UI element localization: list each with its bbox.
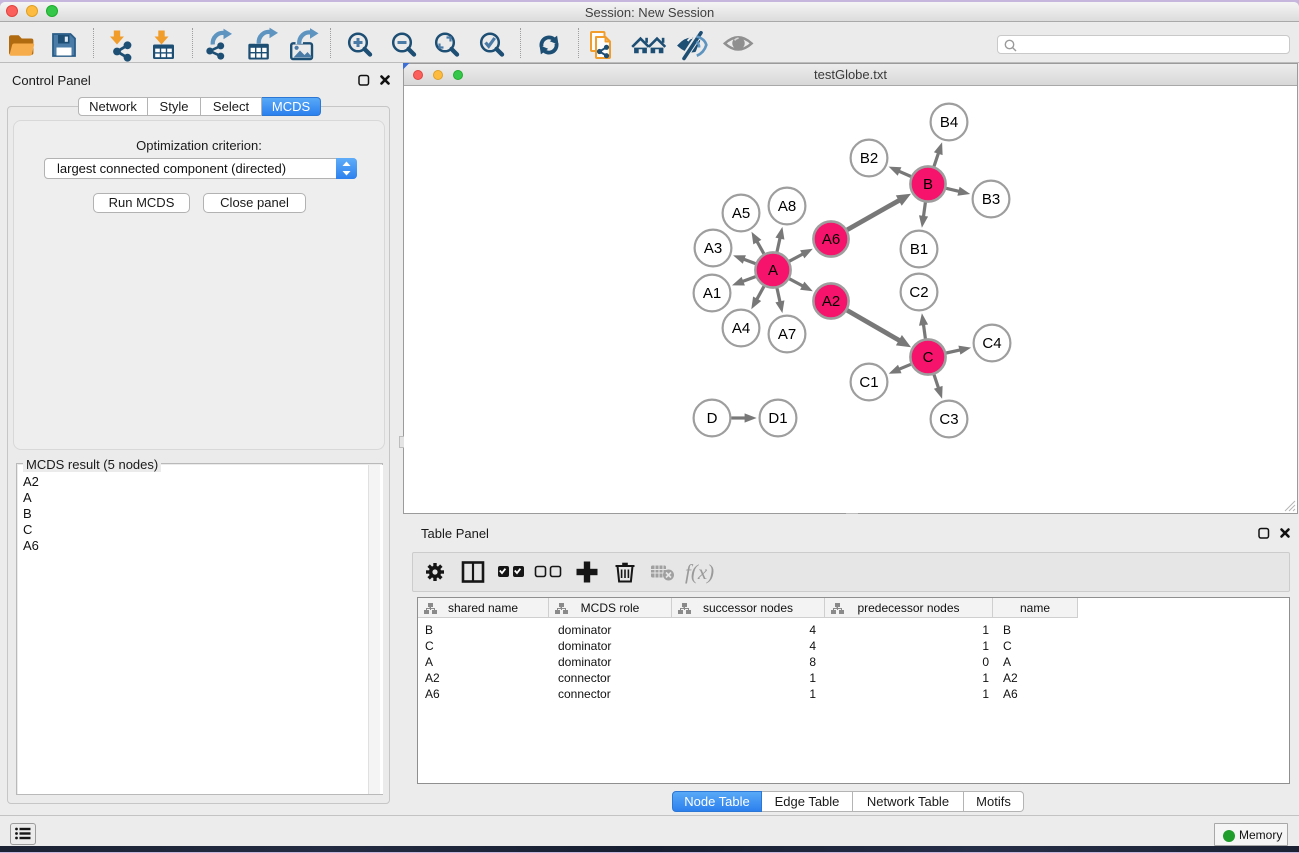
svg-text:B: B — [922, 176, 932, 193]
svg-text:f(x): f(x) — [685, 560, 714, 584]
svg-text:A7: A7 — [777, 326, 795, 343]
svg-text:B1: B1 — [909, 241, 927, 258]
svg-text:D: D — [706, 410, 717, 427]
svg-text:A3: A3 — [703, 240, 721, 257]
svg-text:A4: A4 — [731, 320, 749, 337]
svg-text:C2: C2 — [909, 284, 928, 301]
svg-text:A1: A1 — [702, 285, 720, 302]
svg-text:A: A — [767, 262, 777, 279]
svg-text:A6: A6 — [821, 231, 839, 248]
svg-text:B2: B2 — [859, 150, 877, 167]
svg-text:D1: D1 — [768, 410, 787, 427]
svg-text:B4: B4 — [939, 114, 957, 131]
svg-text:C4: C4 — [982, 335, 1001, 352]
svg-text:A8: A8 — [777, 198, 795, 215]
svg-text:C: C — [922, 349, 933, 366]
svg-text:C3: C3 — [939, 411, 958, 428]
svg-text:A2: A2 — [821, 293, 839, 310]
svg-text:B3: B3 — [981, 191, 999, 208]
svg-text:C1: C1 — [859, 374, 878, 391]
svg-text:A5: A5 — [731, 205, 749, 222]
